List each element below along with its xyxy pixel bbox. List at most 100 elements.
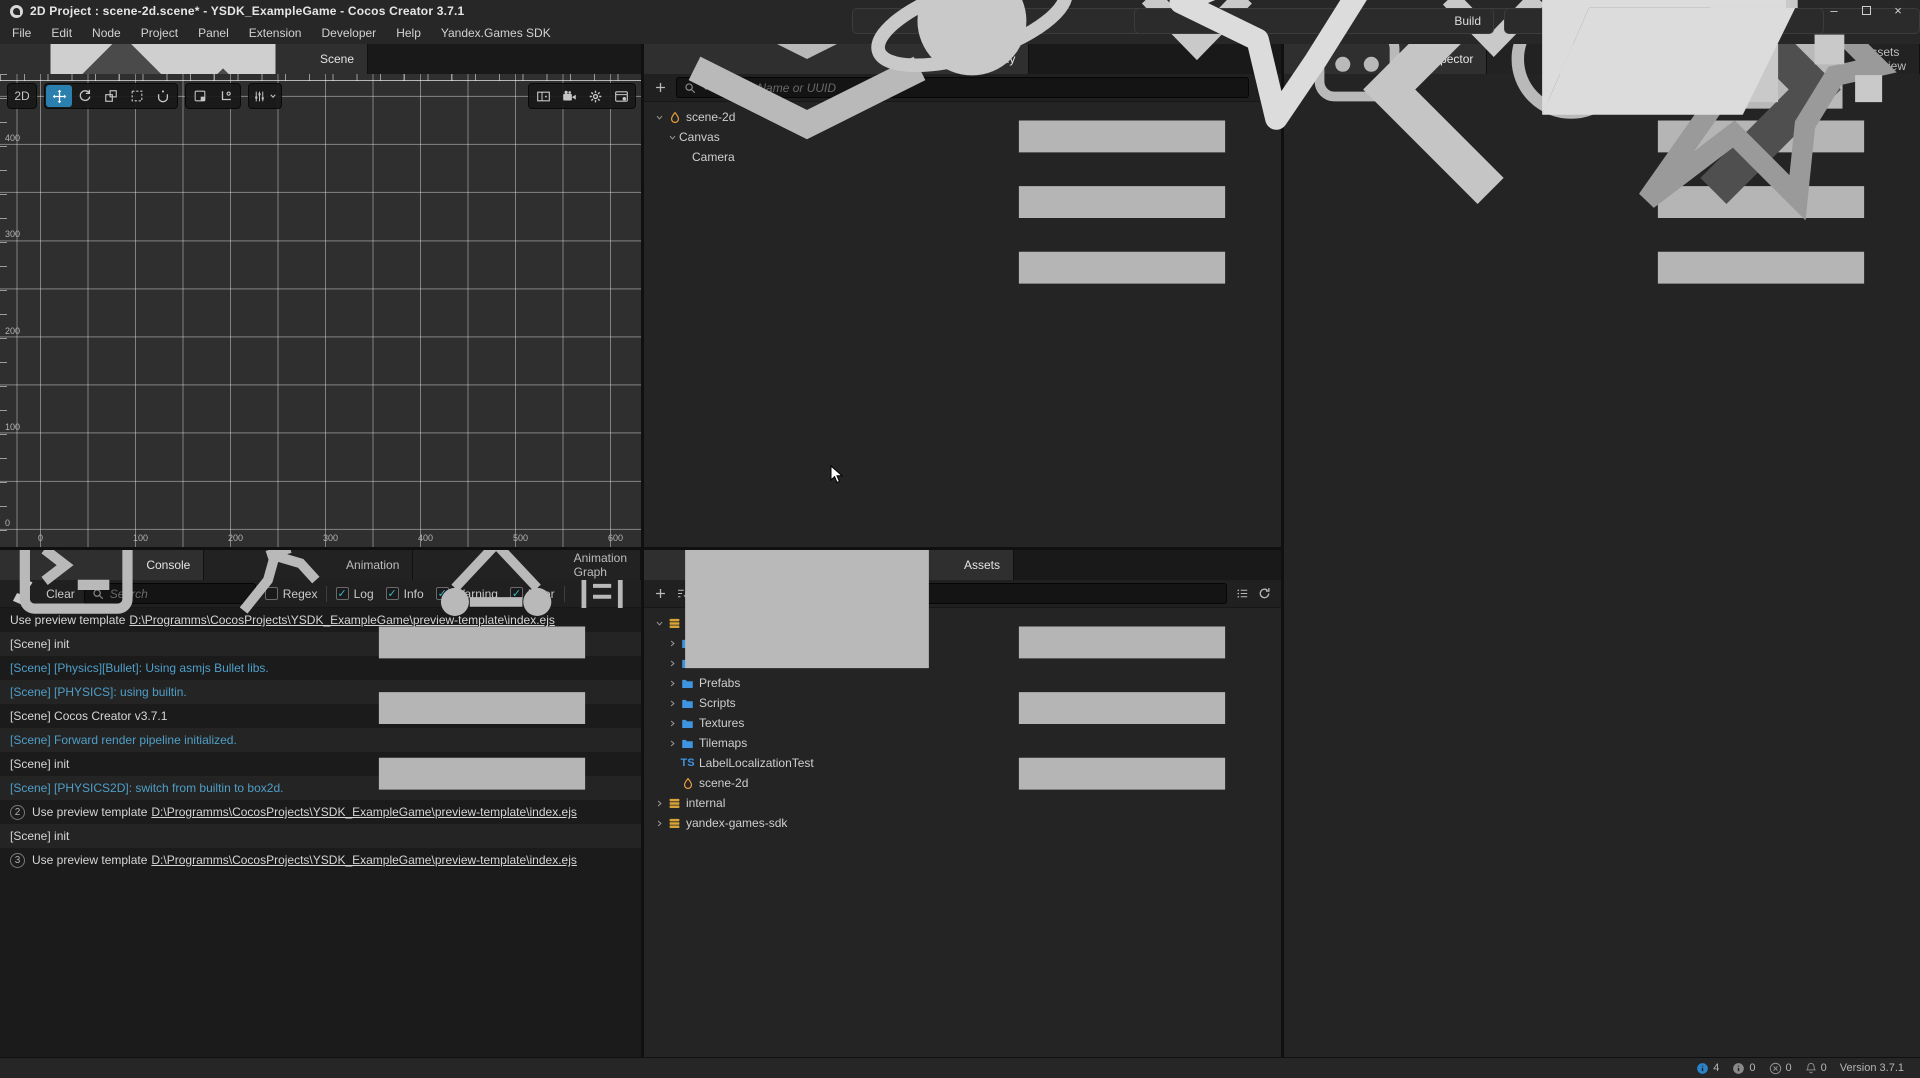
tool-scale-button[interactable]: [98, 85, 124, 107]
chevron-right-icon[interactable]: [652, 799, 666, 808]
chevron-right-icon[interactable]: [652, 819, 666, 828]
stack-icon: [666, 817, 683, 830]
l-gear-icon: [219, 89, 233, 103]
scale-icon: [104, 89, 118, 103]
menu-project[interactable]: Project: [131, 26, 188, 40]
status-error-count[interactable]: 0: [1769, 1062, 1792, 1075]
app-version: Version 3.7.1: [1840, 1062, 1904, 1074]
titlebar: 2D Project : scene-2d.scene* - YSDK_Exam…: [0, 0, 1920, 44]
close-button[interactable]: ×: [1882, 0, 1914, 21]
tool-l-gear-button[interactable]: [213, 85, 239, 107]
console-panel: ConsoleAnimationAnimation Graph Clear Re…: [0, 550, 641, 1057]
maximize-button[interactable]: [1850, 0, 1882, 21]
tool-corner-rect-button[interactable]: [187, 85, 213, 107]
ruler-label-x: 600: [608, 533, 623, 543]
tool-rect-tool-button[interactable]: [124, 85, 150, 107]
tree-label: Tilemaps: [699, 736, 747, 750]
chevron-down-icon: [269, 92, 277, 100]
ruler-label-x: 0: [38, 533, 43, 543]
status-notification-count[interactable]: 0: [1805, 1062, 1827, 1074]
tool-rotate-button[interactable]: [72, 85, 98, 107]
ruler-label-y: 400: [5, 133, 20, 143]
build-label: Build: [1454, 14, 1481, 28]
open-project-folder-button[interactable]: [1504, 8, 1824, 34]
tab-label: Console: [146, 558, 190, 572]
tab-assets[interactable]: Assets: [644, 550, 1014, 580]
tree-label: LabelLocalizationTest: [699, 756, 814, 770]
log-text: Use preview template: [32, 853, 147, 867]
menu-extension[interactable]: Extension: [239, 26, 312, 40]
folder-icon: [657, 550, 957, 715]
chevron-right-icon[interactable]: [665, 739, 679, 748]
status-info-count[interactable]: 4: [1696, 1062, 1719, 1075]
ruler-label-y: 0: [5, 518, 10, 528]
tree-label: yandex-games-sdk: [686, 816, 787, 830]
tree-label: Textures: [699, 716, 744, 730]
scene-guides-button[interactable]: [530, 85, 556, 107]
terminal-icon: [13, 550, 139, 628]
rect-tool-icon: [130, 89, 144, 103]
scene-ruler-left: [0, 74, 7, 547]
panel-gear-icon: [614, 89, 629, 104]
log-count-badge: 3: [10, 853, 25, 868]
log-text: [Scene] [PHYSICS]: using builtin.: [10, 685, 187, 699]
menu-help[interactable]: Help: [386, 26, 431, 40]
log-text: [Scene] [PHYSICS2D]: switch from builtin…: [10, 781, 283, 795]
folder-blue-icon: [679, 717, 696, 730]
menu-edit[interactable]: Edit: [41, 26, 82, 40]
menu-developer[interactable]: Developer: [311, 26, 386, 40]
scene-panel-gear-button[interactable]: [608, 85, 634, 107]
assets-panel: Assets assetsAnimationsLevelsPrefabsScri…: [644, 550, 1281, 1057]
assets-panel-menu-icon[interactable]: [972, 558, 1272, 858]
scene-camera-button[interactable]: [556, 85, 582, 107]
statusbar: 4 0 0 0 Version 3.7.1: [0, 1057, 1920, 1078]
2d-3d-toggle-button[interactable]: 2D: [9, 85, 35, 107]
menu-yandex-games-sdk[interactable]: Yandex.Games SDK: [431, 26, 561, 40]
log-text: [Scene] Forward render pipeline initiali…: [10, 733, 237, 747]
minimize-button[interactable]: –: [1818, 0, 1850, 21]
runner-icon: [217, 550, 339, 626]
tree-label: scene-2d: [699, 776, 748, 790]
assets-panel-header: Assets: [644, 550, 1281, 580]
window-controls: – ×: [1818, 0, 1914, 21]
status-count: 4: [1713, 1062, 1719, 1074]
ruler-label-x: 200: [228, 533, 243, 543]
scene-panel: Scene 40030020010000100200300400500600 2…: [0, 44, 641, 547]
scene-ruler-top: [0, 74, 641, 81]
build-button[interactable]: Build: [1134, 8, 1494, 34]
tool-pivot-button[interactable]: [150, 85, 176, 107]
menu-node[interactable]: Node: [82, 26, 131, 40]
info-icon: [1696, 1062, 1709, 1075]
chevron-right-icon[interactable]: [665, 719, 679, 728]
scene-grid: [0, 74, 641, 547]
ruler-label-y: 100: [5, 422, 20, 432]
menu-panel[interactable]: Panel: [188, 26, 239, 40]
console-panel-menu-icon[interactable]: [332, 558, 632, 858]
log-count-badge: 2: [10, 805, 25, 820]
scene-gear-button[interactable]: [582, 85, 608, 107]
ruler-label-x: 400: [418, 533, 433, 543]
scene-toolbar: 2D: [7, 83, 282, 109]
tab-console[interactable]: Console: [0, 550, 204, 580]
ruler-label-y: 300: [5, 229, 20, 239]
status-warn-count[interactable]: 0: [1732, 1062, 1755, 1075]
bell-icon: [1805, 1062, 1817, 1074]
console-panel-header: ConsoleAnimationAnimation Graph: [0, 550, 641, 580]
tab-scene[interactable]: Scene: [0, 44, 368, 74]
scene-viewport[interactable]: 40030020010000100200300400500600 2D: [0, 74, 641, 547]
gizmo-settings-button[interactable]: [250, 85, 280, 107]
error-icon: [1769, 1062, 1782, 1075]
ts-icon: TS: [679, 757, 696, 769]
ruler-label-x: 500: [513, 533, 528, 543]
guides-icon: [536, 89, 551, 104]
gear-icon: [588, 89, 603, 104]
status-count: 0: [1786, 1062, 1792, 1074]
menu-file[interactable]: File: [2, 26, 41, 40]
info-icon: [1732, 1062, 1745, 1075]
log-text: [Scene] Cocos Creator v3.7.1: [10, 709, 167, 723]
window-title: 2D Project : scene-2d.scene* - YSDK_Exam…: [30, 4, 464, 18]
folder-open-icon: [1514, 0, 1814, 171]
camera-icon: [562, 89, 577, 104]
tool-move-button[interactable]: [46, 85, 72, 107]
maximize-icon: [1862, 6, 1871, 15]
